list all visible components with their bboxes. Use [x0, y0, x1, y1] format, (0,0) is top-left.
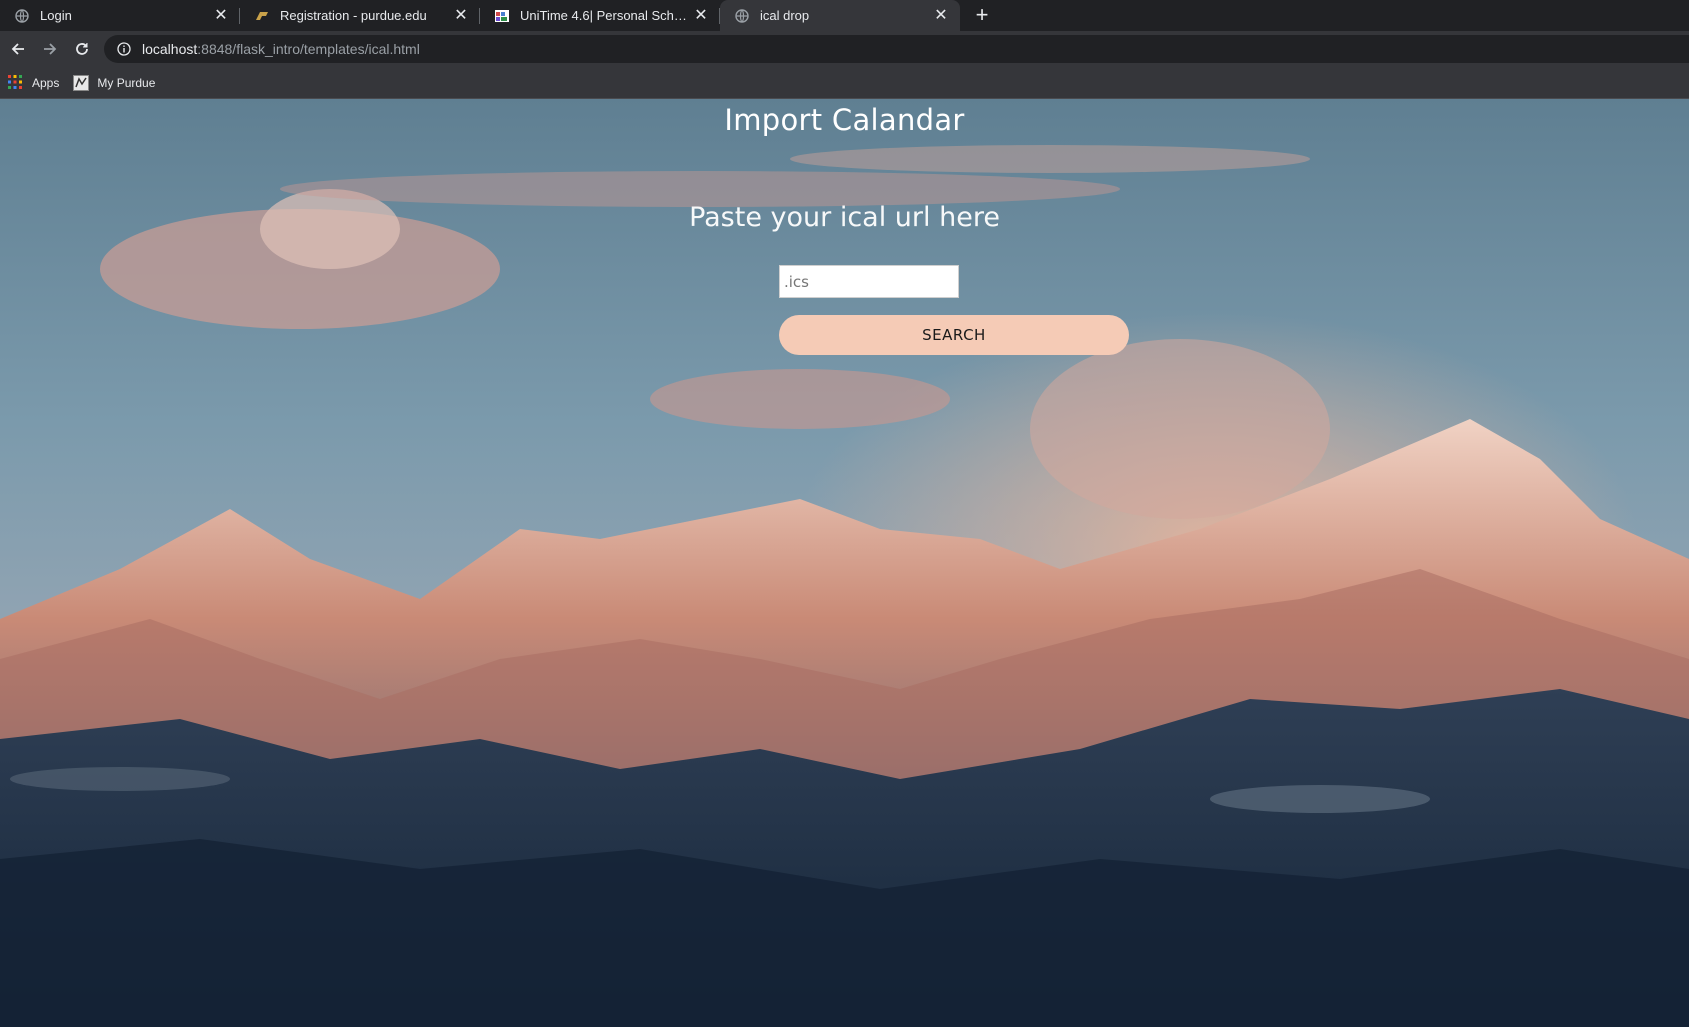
- reload-button[interactable]: [68, 35, 96, 63]
- tab-title: ical drop: [760, 8, 810, 23]
- bookmark-label: Apps: [32, 75, 60, 90]
- mypurdue-icon: [73, 74, 90, 91]
- purdue-logo-icon: [254, 8, 270, 24]
- web-page: Import Calandar Paste your ical url here…: [0, 99, 1689, 1027]
- bookmarks-bar: Apps My Purdue: [0, 67, 1689, 99]
- tab-title: Registration - purdue.edu: [280, 8, 427, 23]
- bookmark-apps[interactable]: Apps: [8, 74, 60, 91]
- reload-icon: [76, 43, 88, 55]
- address-bar[interactable]: localhost:8848/flask_intro/templates/ica…: [104, 35, 1689, 63]
- tab-unitime[interactable]: UniTime 4.6| Personal Schedule ✕: [480, 0, 720, 31]
- new-tab-button[interactable]: +: [968, 1, 996, 29]
- globe-icon: [734, 8, 750, 24]
- forward-button[interactable]: [36, 35, 64, 63]
- globe-icon: [14, 8, 30, 24]
- ical-url-input[interactable]: [779, 265, 959, 298]
- back-button[interactable]: [4, 35, 32, 63]
- close-icon[interactable]: ✕: [932, 7, 950, 25]
- search-button[interactable]: SEARCH: [779, 315, 1129, 355]
- apps-grid-icon: [8, 74, 24, 91]
- page-subtitle: Paste your ical url here: [689, 202, 1000, 233]
- info-icon[interactable]: [116, 41, 132, 57]
- page-title: Import Calandar: [724, 103, 965, 137]
- tab-registration[interactable]: Registration - purdue.edu ✕: [240, 0, 480, 31]
- page-content: Import Calandar Paste your ical url here…: [0, 99, 1689, 1027]
- tab-ical-drop[interactable]: ical drop ✕: [720, 0, 960, 31]
- browser-toolbar: localhost:8848/flask_intro/templates/ica…: [0, 31, 1689, 67]
- bookmark-my-purdue[interactable]: My Purdue: [73, 74, 156, 91]
- tab-login[interactable]: Login ✕: [0, 0, 240, 31]
- bookmark-label: My Purdue: [97, 75, 156, 90]
- arrow-left-icon: [11, 43, 24, 55]
- close-icon[interactable]: ✕: [692, 7, 710, 25]
- url-host: localhost: [142, 41, 198, 57]
- arrow-right-icon: [44, 43, 57, 55]
- close-icon[interactable]: ✕: [452, 7, 470, 25]
- tab-title: UniTime 4.6| Personal Schedule: [520, 8, 692, 23]
- tab-strip: Login ✕ Registration - purdue.edu ✕ UniT…: [0, 0, 1689, 31]
- unitime-icon: [494, 8, 510, 24]
- close-icon[interactable]: ✕: [212, 7, 230, 25]
- tab-title: Login: [40, 8, 72, 23]
- url-path: :8848/flask_intro/templates/ical.html: [197, 41, 420, 57]
